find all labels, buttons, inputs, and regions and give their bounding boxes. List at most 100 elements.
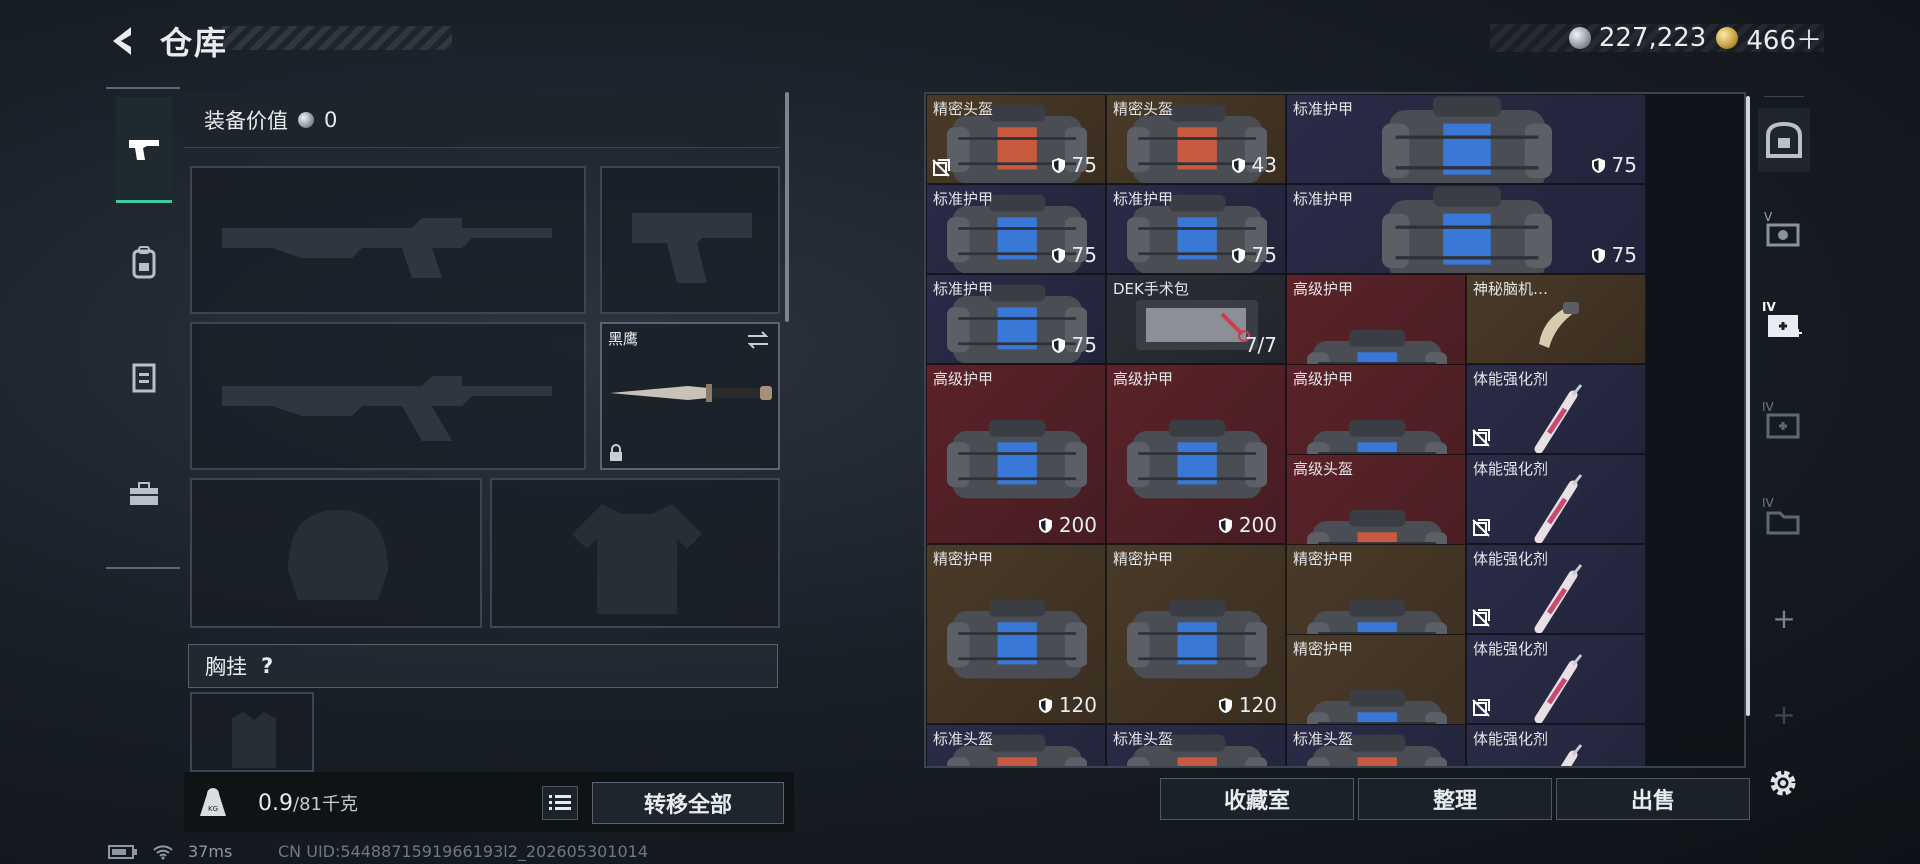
melee-slot[interactable]: 黑鹰 — [600, 322, 780, 470]
stash-grid: 精密头盔 75 精密头盔 43 标准护甲 75 标准护甲 75 标准护甲 75 … — [924, 92, 1746, 768]
list-view-button[interactable] — [542, 786, 578, 820]
category-weapons[interactable] — [116, 97, 172, 203]
stash-item[interactable]: 精密头盔 75 — [926, 94, 1106, 184]
stash-item[interactable]: 标准护甲 75 — [926, 274, 1106, 364]
durability-shield-icon — [1051, 157, 1065, 173]
helmet-slot[interactable] — [190, 478, 482, 628]
stash-item[interactable]: 标准头盔 — [926, 724, 1106, 766]
item-durability: 75 — [1051, 243, 1097, 267]
stash-item[interactable]: 高级护甲 200 — [926, 364, 1106, 544]
item-name: 高级护甲 — [933, 370, 994, 388]
durability-shield-icon — [1051, 337, 1065, 353]
stash-item[interactable]: 标准护甲 75 — [1286, 94, 1646, 184]
equip-value-amount: 0 — [324, 107, 338, 132]
tab-tier-label: IV — [1762, 400, 1774, 414]
chest-rig-header: 胸挂 ? — [188, 644, 778, 688]
item-value: 75 — [1071, 243, 1097, 267]
secondary-weapon-slot[interactable] — [190, 322, 586, 470]
stash-item[interactable]: 体能强化剂 — [1466, 634, 1646, 724]
stash-item[interactable]: 体能强化剂 — [1466, 364, 1646, 454]
title-decoration — [222, 26, 452, 50]
item-name: 标准头盔 — [1113, 730, 1174, 748]
brain-chip-icon — [1539, 302, 1579, 348]
syringe-icon — [1534, 474, 1583, 543]
stash-item[interactable]: DEK手术包 7/7 — [1106, 274, 1286, 364]
stash-item[interactable]: 体能强化剂 — [1466, 454, 1646, 544]
currency-bar: 227,223 466＋ — [1490, 23, 1824, 56]
item-name: 高级护甲 — [1293, 370, 1354, 388]
pistol-slot[interactable] — [600, 166, 780, 314]
stash-item[interactable]: 体能强化剂 — [1466, 544, 1646, 634]
settings-button[interactable] — [1762, 762, 1804, 804]
list-icon — [549, 795, 571, 810]
item-value: 200 — [1058, 513, 1097, 537]
swap-icon[interactable] — [746, 330, 770, 350]
item-durability: 75 — [1051, 153, 1097, 177]
item-name: 精密护甲 — [1113, 550, 1174, 568]
organize-button[interactable]: 整理 — [1358, 778, 1552, 820]
silver-coin-icon — [1568, 27, 1591, 49]
armor-bag-icon — [1382, 186, 1552, 273]
armor-bag-icon — [1126, 420, 1268, 499]
tab-medkit-tier4-b[interactable]: IV — [1758, 392, 1810, 456]
rifle-silhouette-icon — [222, 376, 552, 441]
chest-rig-silhouette-icon — [232, 712, 276, 768]
back-arrow-icon — [113, 27, 131, 55]
help-icon[interactable]: ? — [261, 654, 273, 678]
stash-item[interactable]: 体能强化剂 — [1466, 724, 1646, 766]
stash-item[interactable]: 神秘脑机… — [1466, 274, 1646, 364]
stash-item[interactable]: 标准护甲 75 — [1286, 184, 1646, 274]
stash-item[interactable]: 标准头盔 — [1286, 724, 1466, 766]
durability-shield-icon — [1231, 247, 1245, 263]
item-value: 120 — [1058, 693, 1097, 717]
collection-room-button[interactable]: 收藏室 — [1160, 778, 1354, 820]
item-value: 43 — [1251, 153, 1277, 177]
back-button[interactable] — [104, 20, 146, 62]
item-durability: 200 — [1038, 513, 1097, 537]
stash-item[interactable]: 标准头盔 — [1106, 724, 1286, 766]
weight-value: 0.9 — [258, 791, 293, 816]
tab-medkit-tier4[interactable]: IV — [1758, 292, 1810, 356]
chest-rig-slot[interactable] — [190, 692, 314, 772]
stash-item[interactable]: 标准护甲 75 — [926, 184, 1106, 274]
transfer-all-button[interactable]: 转移全部 — [592, 782, 784, 824]
armor-slot[interactable] — [490, 478, 780, 628]
item-value: 120 — [1238, 693, 1277, 717]
gold-currency[interactable]: 466＋ — [1716, 20, 1822, 57]
stash-item[interactable]: 标准护甲 75 — [1106, 184, 1286, 274]
stash-item[interactable]: 精密护甲 120 — [1106, 544, 1286, 724]
primary-weapon-slot[interactable] — [190, 166, 586, 314]
category-chest-rig[interactable] — [116, 324, 172, 430]
category-rail — [106, 87, 180, 569]
item-name: 体能强化剂 — [1473, 550, 1549, 568]
item-name: 精密护甲 — [1293, 550, 1354, 568]
tab-add[interactable]: + — [1758, 586, 1810, 650]
gold-coin-icon — [1716, 27, 1739, 49]
silver-amount: 227,223 — [1598, 23, 1707, 53]
item-name: 高级护甲 — [1113, 370, 1174, 388]
tab-safe-box[interactable] — [1758, 108, 1810, 172]
stash-item[interactable]: 精密头盔 43 — [1106, 94, 1286, 184]
helmet-silhouette-icon — [288, 510, 388, 600]
tab-case-tier5[interactable]: V — [1758, 200, 1810, 264]
stash-item[interactable]: 精密护甲 120 — [926, 544, 1106, 724]
weight-readout: 0.9/81千克 — [258, 790, 358, 816]
item-name: 标准护甲 — [1293, 190, 1354, 208]
item-name: 标准护甲 — [1293, 100, 1354, 118]
armor-silhouette-icon — [572, 504, 702, 614]
category-backpack[interactable] — [116, 209, 172, 315]
item-name: 标准护甲 — [1113, 190, 1174, 208]
tab-folder-tier4[interactable]: IV — [1758, 488, 1810, 552]
tab-divider — [1764, 96, 1804, 97]
category-toolbox[interactable] — [116, 441, 172, 547]
chest-rig-label: 胸挂 — [205, 655, 247, 679]
stash-item[interactable]: 高级护甲 200 — [1106, 364, 1286, 544]
sell-button[interactable]: 出售 — [1556, 778, 1750, 820]
item-name: 高级头盔 — [1293, 460, 1354, 478]
item-value: 200 — [1238, 513, 1277, 537]
no-insure-icon — [1472, 429, 1490, 447]
item-value: 7/7 — [1244, 333, 1277, 357]
stash-scrollbar[interactable] — [1746, 96, 1750, 716]
loadout-scrollbar[interactable] — [785, 92, 789, 322]
item-name: 体能强化剂 — [1473, 640, 1549, 658]
